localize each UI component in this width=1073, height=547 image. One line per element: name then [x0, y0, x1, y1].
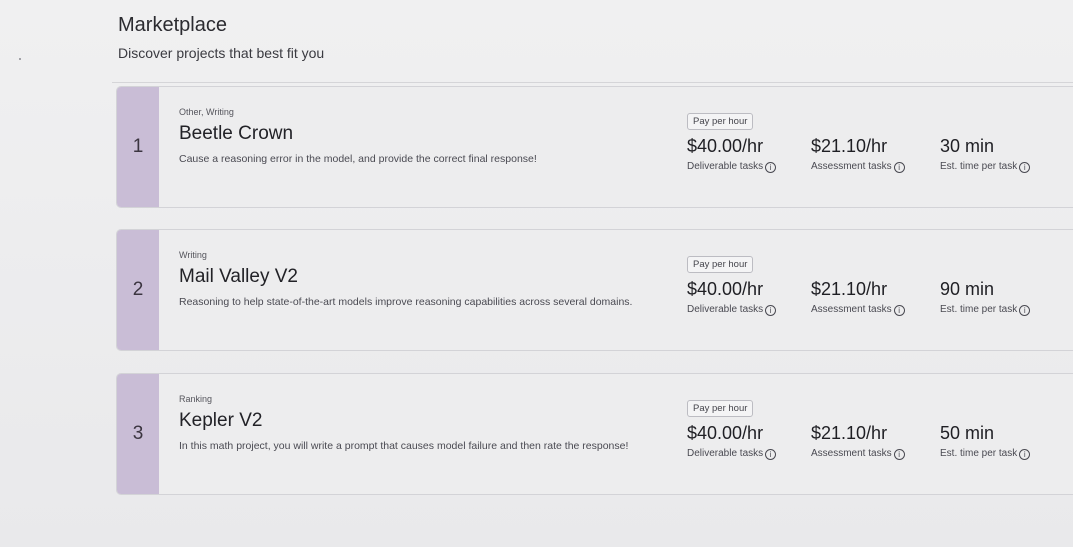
project-tags: Writing: [179, 250, 207, 260]
page-header: Marketplace Discover projects that best …: [118, 14, 324, 61]
deliverable-rate-value: $40.00/hr: [687, 136, 764, 156]
pay-per-hour-badge: Pay per hour: [687, 256, 754, 273]
est-time-label-text: Est. time per task: [940, 304, 1018, 315]
deliverable-rate: $40.00/hr Deliverable tasks i: [687, 423, 811, 460]
est-time-value: 90 min: [940, 279, 995, 299]
project-rank: 3: [117, 374, 159, 494]
rates-row: $40.00/hr Deliverable tasks i $21.10/hr A…: [687, 423, 1073, 460]
project-description: In this math project, you will write a p…: [179, 440, 629, 452]
est-time-label: Est. time per task i: [940, 161, 1070, 173]
rates-row: $40.00/hr Deliverable tasks i $21.10/hr A…: [687, 136, 1073, 173]
deliverable-rate-value: $40.00/hr: [687, 423, 764, 443]
est-time-label: Est. time per task i: [940, 448, 1070, 460]
assessment-rate-label: Assessment tasks i: [811, 448, 940, 460]
est-time-label-text: Est. time per task: [940, 161, 1018, 172]
assessment-rate-label-text: Assessment tasks: [811, 161, 892, 172]
assessment-rate-value: $21.10/hr: [811, 423, 888, 443]
deliverable-rate-label-text: Deliverable tasks: [687, 448, 764, 459]
info-icon[interactable]: i: [765, 162, 777, 173]
est-time-value: 50 min: [940, 423, 995, 443]
project-card-beetle-crown[interactable]: 1 Other, Writing Beetle Crown Cause a re…: [116, 86, 1073, 208]
pay-section: Pay per hour $40.00/hr Deliverable tasks…: [687, 398, 1073, 460]
header-divider: [112, 82, 1073, 83]
deliverable-rate: $40.00/hr Deliverable tasks i: [687, 136, 811, 173]
project-info: Ranking Kepler V2 In this math project, …: [179, 394, 649, 454]
project-name[interactable]: Beetle Crown: [179, 123, 649, 145]
info-icon[interactable]: i: [893, 305, 905, 316]
project-rank: 2: [117, 230, 159, 350]
deliverable-rate-value: $40.00/hr: [687, 279, 764, 299]
assessment-rate-label-text: Assessment tasks: [811, 304, 892, 315]
assessment-rate-label-text: Assessment tasks: [811, 448, 892, 459]
pay-per-hour-badge: Pay per hour: [687, 400, 754, 417]
marketplace-page: Marketplace Discover projects that best …: [0, 0, 1073, 547]
project-card-kepler-v2[interactable]: 3 Ranking Kepler V2 In this math project…: [116, 373, 1073, 495]
pay-per-hour-badge: Pay per hour: [687, 113, 754, 130]
assessment-rate-value: $21.10/hr: [811, 136, 888, 156]
project-card-mail-valley-v2[interactable]: 2 Writing Mail Valley V2 Reasoning to he…: [116, 229, 1073, 351]
pay-section: Pay per hour $40.00/hr Deliverable tasks…: [687, 254, 1073, 316]
project-tags: Other, Writing: [179, 107, 234, 117]
page-subtitle: Discover projects that best fit you: [118, 45, 325, 61]
stray-dot: [19, 58, 21, 60]
deliverable-rate-label: Deliverable tasks i: [687, 161, 811, 173]
deliverable-rate-label-text: Deliverable tasks: [687, 161, 764, 172]
est-time-label: Est. time per task i: [940, 304, 1070, 316]
info-icon[interactable]: i: [765, 449, 777, 460]
deliverable-rate-label-text: Deliverable tasks: [687, 304, 764, 315]
project-rank: 1: [117, 87, 159, 207]
deliverable-rate-label: Deliverable tasks i: [687, 304, 811, 316]
info-icon[interactable]: i: [1019, 449, 1031, 460]
project-tags: Ranking: [179, 394, 213, 404]
deliverable-rate: $40.00/hr Deliverable tasks i: [687, 279, 811, 316]
assessment-rate-value: $21.10/hr: [811, 279, 888, 299]
info-icon[interactable]: i: [1019, 305, 1031, 316]
deliverable-rate-label: Deliverable tasks i: [687, 448, 811, 460]
project-description: Cause a reasoning error in the model, an…: [179, 153, 537, 165]
page-title: Marketplace: [118, 14, 227, 36]
assessment-rate-label: Assessment tasks i: [811, 304, 940, 316]
rates-row: $40.00/hr Deliverable tasks i $21.10/hr A…: [687, 279, 1073, 316]
assessment-rate: $21.10/hr Assessment tasks i: [811, 136, 940, 173]
project-info: Writing Mail Valley V2 Reasoning to help…: [179, 250, 649, 310]
project-name[interactable]: Kepler V2: [179, 410, 649, 432]
est-time: 30 min Est. time per task i: [940, 136, 1070, 173]
pay-section: Pay per hour $40.00/hr Deliverable tasks…: [687, 111, 1073, 173]
project-info: Other, Writing Beetle Crown Cause a reas…: [179, 107, 649, 167]
assessment-rate: $21.10/hr Assessment tasks i: [811, 423, 940, 460]
est-time: 50 min Est. time per task i: [940, 423, 1070, 460]
project-name[interactable]: Mail Valley V2: [179, 266, 649, 288]
info-icon[interactable]: i: [1019, 162, 1031, 173]
assessment-rate: $21.10/hr Assessment tasks i: [811, 279, 940, 316]
est-time-value: 30 min: [940, 136, 995, 156]
info-icon[interactable]: i: [893, 449, 905, 460]
est-time-label-text: Est. time per task: [940, 448, 1018, 459]
est-time: 90 min Est. time per task i: [940, 279, 1070, 316]
assessment-rate-label: Assessment tasks i: [811, 161, 940, 173]
info-icon[interactable]: i: [765, 305, 777, 316]
project-description: Reasoning to help state-of-the-art model…: [179, 296, 633, 308]
info-icon[interactable]: i: [893, 162, 905, 173]
